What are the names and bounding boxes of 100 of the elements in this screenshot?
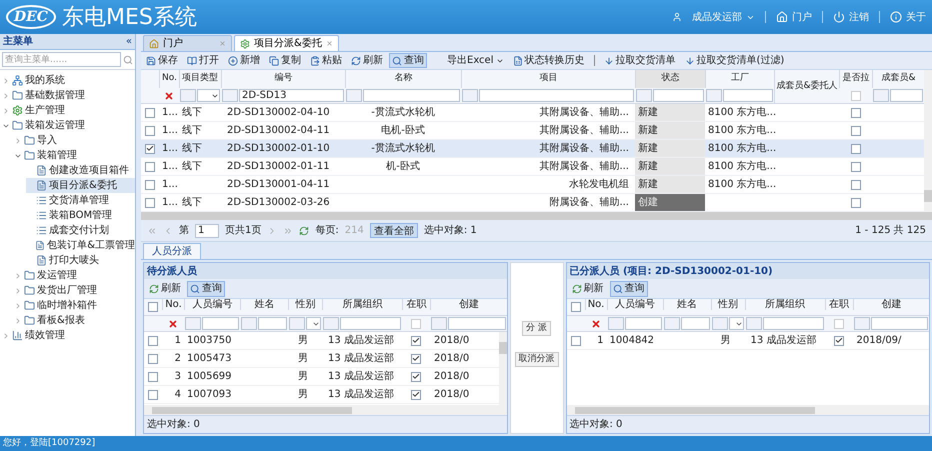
- tree-item[interactable]: 装箱BOM管理: [26, 208, 135, 223]
- filter-menu-button[interactable]: [222, 89, 238, 102]
- column-header[interactable]: 工厂: [705, 70, 774, 88]
- column-header[interactable]: 性别: [288, 299, 322, 310]
- checkbox[interactable]: [850, 144, 860, 154]
- filter-field[interactable]: [479, 89, 634, 102]
- checkbox[interactable]: [148, 354, 158, 364]
- checkbox[interactable]: [411, 390, 421, 400]
- filter-field[interactable]: [870, 317, 928, 330]
- horizontal-scrollbar[interactable]: [566, 405, 929, 415]
- toolbar-button[interactable]: 刷新: [348, 53, 386, 68]
- toolbar-button[interactable]: 刷新: [146, 280, 184, 296]
- column-header[interactable]: 所属组织: [744, 299, 824, 310]
- tab[interactable]: 项目分派&委托: [234, 35, 339, 51]
- checkbox[interactable]: [570, 336, 580, 346]
- toolbar-button[interactable]: 新增: [225, 53, 263, 68]
- clear-filter-icon[interactable]: [590, 318, 600, 328]
- filter-field[interactable]: [448, 317, 506, 330]
- first-page-icon[interactable]: [147, 226, 157, 236]
- filter-menu-button[interactable]: [241, 317, 257, 330]
- tree-item[interactable]: 装箱管理: [14, 148, 135, 163]
- checkbox[interactable]: [145, 180, 155, 190]
- checkbox[interactable]: [145, 162, 155, 172]
- tree-item[interactable]: 导入: [14, 133, 135, 148]
- filter-field[interactable]: [363, 89, 460, 102]
- toolbar-button[interactable]: 拉取交货清单: [600, 53, 678, 68]
- checkbox[interactable]: [850, 198, 860, 208]
- checkbox[interactable]: [148, 302, 158, 312]
- close-icon[interactable]: [219, 40, 226, 47]
- column-header[interactable]: 性别: [710, 299, 744, 310]
- search-field[interactable]: 查询主菜单......: [2, 52, 121, 67]
- collapse-button[interactable]: «: [126, 36, 132, 46]
- checkbox[interactable]: [145, 144, 155, 154]
- tree-item[interactable]: 创建改造项目箱件: [26, 163, 135, 178]
- tree-item[interactable]: 成套交付计划: [26, 223, 135, 238]
- column-header[interactable]: 是否拉: [839, 70, 872, 88]
- column-header[interactable]: 创建: [430, 299, 506, 310]
- checkbox[interactable]: [145, 198, 155, 208]
- tree-item[interactable]: 包装订单&工票管理: [26, 238, 135, 253]
- view-all-button[interactable]: 查看全部: [370, 223, 418, 238]
- checkbox[interactable]: [148, 372, 158, 382]
- table-row[interactable]: 1... 2D-SD130001-04-11 水轮发电机组 新建 8100 东方电...: [141, 176, 924, 194]
- vertical-scrollbar[interactable]: [924, 70, 932, 212]
- checkbox[interactable]: [834, 336, 844, 346]
- toolbar-button[interactable]: 查询: [389, 53, 427, 68]
- toolbar-button[interactable]: 粘贴: [307, 53, 345, 68]
- assign-button[interactable]: 分 派: [522, 321, 551, 336]
- tree-item[interactable]: 打印大唛头: [26, 253, 135, 268]
- checkbox[interactable]: [148, 390, 158, 400]
- column-header[interactable]: 状态: [635, 70, 705, 88]
- checkbox[interactable]: [850, 180, 860, 190]
- export-dropdown[interactable]: 导出Excel: [444, 53, 506, 68]
- table-row[interactable]: 1... 线下 2D-SD130002-04-10 -贯流式水轮机 其附属设备、辅助... 新建 8100 东方电...: [141, 104, 924, 122]
- checkbox[interactable]: [145, 108, 155, 118]
- tree-item[interactable]: 交货清单管理: [26, 193, 135, 208]
- toolbar-button[interactable]: 拉取交货清单(过滤): [682, 53, 788, 68]
- filter-field[interactable]: [723, 89, 773, 102]
- tab[interactable]: 门户: [143, 35, 232, 51]
- tree-item[interactable]: 发货出厂管理: [14, 283, 135, 298]
- column-header[interactable]: 编号: [221, 70, 345, 88]
- checkbox[interactable]: [850, 162, 860, 172]
- filter-field[interactable]: [340, 317, 401, 330]
- column-header[interactable]: No.: [159, 70, 179, 88]
- tree-item[interactable]: 生产管理: [2, 103, 135, 118]
- checkbox[interactable]: [850, 108, 860, 118]
- clear-filter-icon[interactable]: [168, 318, 178, 328]
- filter-field[interactable]: [890, 89, 923, 102]
- filter-field[interactable]: 2D-SD13: [239, 89, 344, 102]
- tree-item[interactable]: 发运管理: [14, 268, 135, 283]
- filter-menu-button[interactable]: [746, 317, 762, 330]
- toolbar-button[interactable]: 打开: [184, 53, 222, 68]
- toolbar-button[interactable]: 查询: [187, 280, 225, 296]
- filter-menu-button[interactable]: [185, 317, 201, 330]
- vertical-scrollbar[interactable]: [498, 332, 506, 405]
- checkbox[interactable]: [411, 372, 421, 382]
- filter-menu-button[interactable]: [180, 89, 196, 102]
- filter-field[interactable]: [624, 317, 662, 330]
- column-header[interactable]: 所属组织: [322, 299, 402, 310]
- toolbar-button[interactable]: 复制: [266, 53, 304, 68]
- filter-menu-button[interactable]: [323, 317, 339, 330]
- filter-menu-button[interactable]: [462, 89, 478, 102]
- table-row[interactable]: 1... 线下 2D-SD130002-01-10 -贯流式水轮机 其附属设备、辅助... 新建 8100 东方电...: [141, 140, 924, 158]
- column-header[interactable]: 在职: [402, 299, 430, 310]
- column-header[interactable]: 姓名: [240, 299, 288, 310]
- column-header[interactable]: 人员编号: [606, 299, 662, 310]
- tree-item[interactable]: 项目分派&委托: [26, 178, 135, 193]
- search-icon[interactable]: [123, 54, 133, 64]
- tree-item[interactable]: 基础数据管理: [2, 88, 135, 103]
- filter-field[interactable]: [202, 317, 239, 330]
- filter-select[interactable]: [197, 89, 220, 102]
- filter-menu-button[interactable]: [636, 89, 652, 102]
- checkbox[interactable]: [411, 354, 421, 364]
- tree-item[interactable]: 我的系统: [2, 73, 135, 88]
- toolbar-button[interactable]: 状态转换历史: [510, 53, 588, 68]
- toolbar-button[interactable]: 保存: [143, 53, 181, 68]
- table-row[interactable]: 1... 线下 2D-SD130002-01-11 机-卧式 其附属设备、辅助... 新建 8100 东方电...: [141, 158, 924, 176]
- filter-menu-button[interactable]: [431, 317, 447, 330]
- column-header[interactable]: 在职: [824, 299, 852, 310]
- unassign-button[interactable]: 取消分派: [514, 352, 558, 367]
- filter-field[interactable]: [653, 89, 704, 102]
